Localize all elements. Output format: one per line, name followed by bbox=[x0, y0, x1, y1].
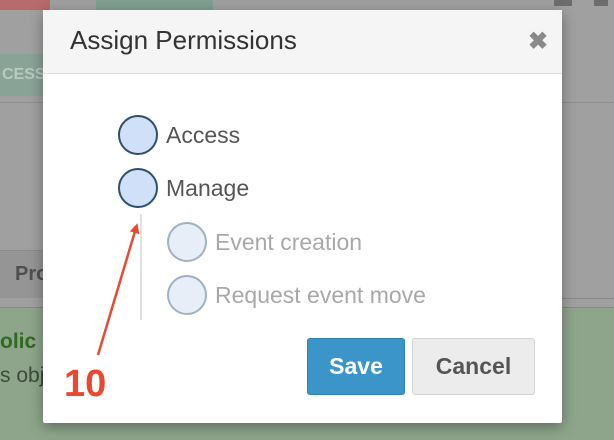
background-green-button bbox=[96, 0, 213, 10]
request-event-move-radio bbox=[167, 275, 207, 315]
dialog-header: Assign Permissions ✖ bbox=[43, 10, 562, 74]
cancel-button[interactable]: Cancel bbox=[412, 338, 535, 395]
manage-label: Manage bbox=[166, 174, 250, 201]
permission-manage[interactable]: Manage bbox=[118, 168, 249, 208]
manage-radio[interactable] bbox=[118, 168, 158, 208]
event-creation-radio bbox=[167, 222, 207, 262]
event-creation-label: Event creation bbox=[215, 228, 363, 255]
background-red-button bbox=[0, 0, 50, 10]
request-event-move-label: Request event move bbox=[215, 281, 426, 308]
dialog-title: Assign Permissions bbox=[70, 25, 297, 55]
access-label: Access bbox=[166, 121, 241, 148]
permission-request-event-move: Request event move bbox=[167, 275, 426, 315]
permission-tree-line bbox=[140, 214, 142, 320]
background-toolbar-icons bbox=[554, 0, 614, 10]
assign-permissions-dialog: Assign Permissions ✖ Access Manage Event… bbox=[43, 10, 562, 423]
permission-access[interactable]: Access bbox=[118, 115, 240, 155]
annotation-number: 10 bbox=[64, 363, 107, 405]
close-icon[interactable]: ✖ bbox=[528, 30, 548, 54]
permission-event-creation: Event creation bbox=[167, 222, 362, 262]
save-button[interactable]: Save bbox=[307, 338, 405, 395]
access-radio[interactable] bbox=[118, 115, 158, 155]
